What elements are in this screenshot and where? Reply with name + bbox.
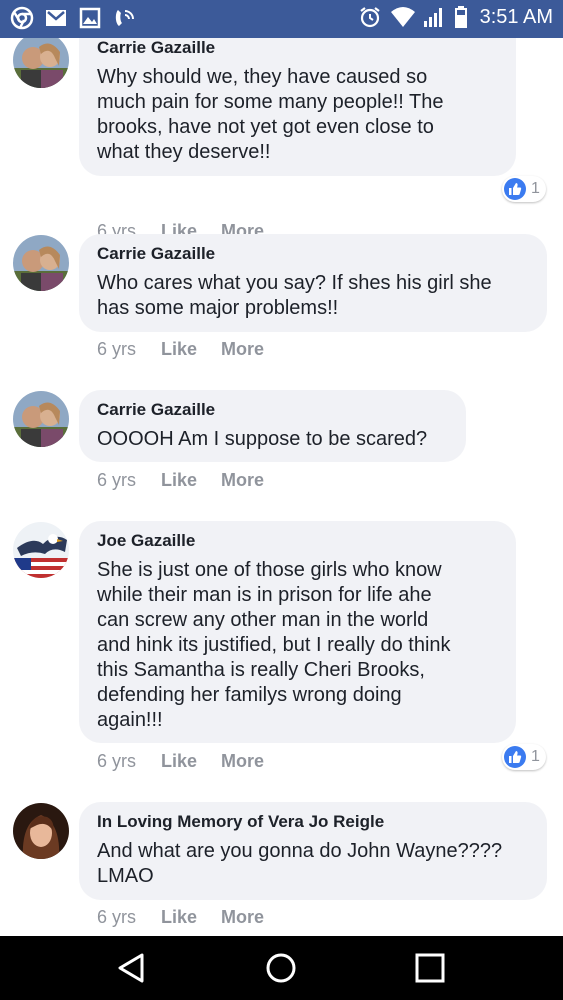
system-icons: 3:51 AM — [358, 5, 553, 29]
avatar[interactable] — [13, 522, 69, 578]
chrome-icon — [10, 6, 34, 30]
comments-feed[interactable]: Carrie Gazaille Why should we, they have… — [0, 38, 563, 936]
recents-icon[interactable] — [412, 950, 448, 986]
comment-timestamp[interactable]: 6 yrs — [97, 470, 161, 491]
thumbs-up-icon — [504, 746, 526, 768]
alarm-icon — [358, 5, 382, 29]
comment-bubble[interactable]: Carrie Gazaille Why should we, they have… — [79, 38, 516, 176]
avatar[interactable] — [13, 38, 69, 88]
reaction-number: 1 — [531, 748, 540, 765]
wifi-icon — [390, 5, 415, 29]
avatar[interactable] — [13, 235, 69, 291]
reaction-number: 1 — [531, 180, 540, 197]
comment-bubble[interactable]: Joe Gazaille She is just one of those gi… — [79, 521, 516, 743]
comment-author[interactable]: Carrie Gazaille — [97, 244, 215, 264]
comment-item: In Loving Memory of Vera Jo Reigle And w… — [0, 802, 563, 936]
avatar[interactable] — [13, 803, 69, 859]
comment-timestamp[interactable]: 6 yrs — [97, 339, 161, 360]
comment-text: Why should we, they have caused so much … — [97, 66, 444, 163]
gallery-icon — [78, 6, 102, 30]
gmail-icon — [44, 6, 68, 30]
comment-actions: 6 yrs Like More — [97, 907, 264, 928]
like-link[interactable]: Like — [161, 339, 221, 360]
notification-icons — [10, 6, 136, 30]
comment-text: OOOOH Am I suppose to be scared? — [97, 428, 428, 450]
comment-actions: 6 yrs Like More — [97, 470, 264, 491]
comment-text: Who cares what you say? If shes his girl… — [97, 272, 492, 319]
comment-item: Carrie Gazaille Why should we, they have… — [0, 38, 563, 245]
like-link[interactable]: Like — [161, 470, 221, 491]
comment-item: Joe Gazaille She is just one of those gi… — [0, 521, 563, 791]
navigation-bar — [0, 936, 563, 1000]
comment-bubble[interactable]: Carrie Gazaille OOOOH Am I suppose to be… — [79, 390, 466, 462]
reaction-count[interactable]: 1 — [502, 176, 546, 202]
reaction-count[interactable]: 1 — [502, 744, 546, 770]
status-bar: 3:51 AM — [0, 0, 563, 38]
comment-item: Carrie Gazaille Who cares what you say? … — [0, 234, 563, 374]
battery-icon — [454, 5, 468, 29]
home-icon[interactable] — [263, 950, 299, 986]
more-link[interactable]: More — [221, 339, 264, 360]
comment-author[interactable]: Carrie Gazaille — [97, 400, 215, 420]
hotspot-icon — [112, 6, 136, 30]
comment-actions: 6 yrs Like More — [97, 339, 264, 360]
like-link[interactable]: Like — [161, 907, 221, 928]
thumbs-up-icon — [504, 178, 526, 200]
comment-bubble[interactable]: In Loving Memory of Vera Jo Reigle And w… — [79, 802, 547, 900]
comment-text: She is just one of those girls who know … — [97, 559, 451, 731]
like-link[interactable]: Like — [161, 751, 221, 772]
clock: 3:51 AM — [479, 5, 553, 28]
more-link[interactable]: More — [221, 470, 264, 491]
comment-timestamp[interactable]: 6 yrs — [97, 751, 161, 772]
comment-author[interactable]: In Loving Memory of Vera Jo Reigle — [97, 812, 384, 832]
comment-item: Carrie Gazaille OOOOH Am I suppose to be… — [0, 390, 563, 510]
signal-icon — [422, 5, 446, 29]
comment-actions: 6 yrs Like More — [97, 751, 264, 772]
comment-bubble[interactable]: Carrie Gazaille Who cares what you say? … — [79, 234, 547, 332]
comment-text: And what are you gonna do John Wayne????… — [97, 840, 503, 887]
more-link[interactable]: More — [221, 751, 264, 772]
comment-author[interactable]: Joe Gazaille — [97, 531, 195, 551]
avatar[interactable] — [13, 391, 69, 447]
back-icon[interactable] — [114, 950, 150, 986]
comment-author[interactable]: Carrie Gazaille — [97, 38, 215, 58]
more-link[interactable]: More — [221, 907, 264, 928]
comment-timestamp[interactable]: 6 yrs — [97, 907, 161, 928]
